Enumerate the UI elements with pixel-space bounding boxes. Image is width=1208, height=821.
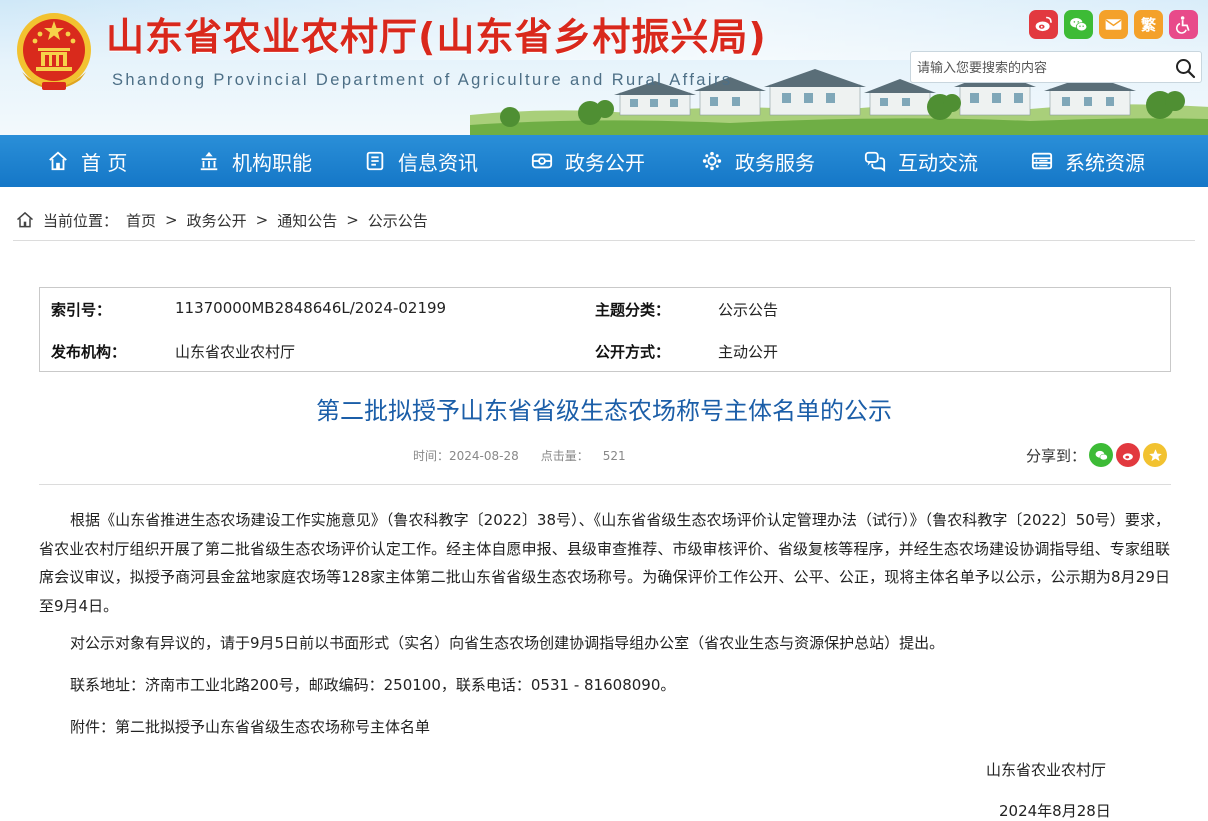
- nav-government-services[interactable]: 政务服务: [701, 135, 815, 187]
- search-input[interactable]: [917, 58, 1167, 78]
- monitor-icon: [531, 153, 553, 169]
- home-icon: [17, 211, 33, 228]
- breadcrumb-prefix: 当前位置：: [43, 211, 119, 230]
- publisher-value: 山东省农业农村厅: [175, 343, 296, 361]
- hits-label: 点击量：: [540, 449, 589, 463]
- database-icon: [1031, 152, 1053, 170]
- nav-system-resources-label: 系统资源: [1065, 150, 1145, 175]
- index-number-value: 11370000MB2848646L/2024-02199: [175, 299, 447, 317]
- nav-home-label: 首 页: [81, 150, 128, 175]
- nav-interaction-label: 互动交流: [898, 150, 978, 175]
- home-icon: [49, 151, 67, 171]
- hits-value: 521: [602, 449, 626, 463]
- nav-home[interactable]: 首 页: [47, 135, 127, 187]
- service-icon: [702, 151, 722, 171]
- disclosure-mode-value: 主动公开: [718, 343, 779, 361]
- publish-time: 时间：2024-08-28: [413, 449, 519, 463]
- breadcrumb-notices[interactable]: 通知公告: [277, 210, 337, 231]
- nav-organization-label: 机构职能: [232, 150, 312, 175]
- main-nav: 首 页 机构职能 信息资讯 政务公开 政务服务 互动交流 系统资源: [0, 135, 1208, 187]
- paragraph-text: 根据《山东省推进生态农场建设工作实施意见》（鲁农科教字〔2022〕38号）、《山…: [39, 511, 1170, 615]
- wechat-icon[interactable]: [1064, 10, 1093, 39]
- chat-icon: [864, 151, 886, 172]
- nav-interaction[interactable]: 互动交流: [864, 135, 978, 187]
- publisher-label: 发布机构：: [51, 343, 127, 361]
- article-divider: [39, 484, 1171, 485]
- disclosure-mode-label: 公开方式：: [595, 343, 671, 361]
- nav-information-label: 信息资讯: [398, 150, 478, 175]
- search-icon[interactable]: [1173, 56, 1197, 80]
- breadcrumb-separator: >: [255, 211, 269, 229]
- breadcrumb-separator: >: [346, 211, 359, 229]
- org-icon: [200, 151, 218, 171]
- nav-organization[interactable]: 机构职能: [198, 135, 312, 187]
- accessibility-icon[interactable]: [1169, 10, 1198, 39]
- breadcrumb-public-announcements[interactable]: 公示公告: [368, 210, 428, 231]
- weibo-icon[interactable]: [1029, 10, 1058, 39]
- breadcrumb-home[interactable]: 首页: [126, 210, 156, 231]
- attachment-link[interactable]: 附件：第二批拟授予山东省省级生态农场称号主体名单: [39, 713, 1170, 742]
- article-title: 第二批拟授予山东省省级生态农场称号主体名单的公示: [316, 397, 892, 425]
- nav-information[interactable]: 信息资讯: [364, 135, 478, 187]
- nav-government-affairs-label: 政务公开: [565, 150, 645, 175]
- document-icon: [366, 151, 384, 171]
- article-paragraph-2: 对公示对象有异议的，请于9月5日前以书面形式（实名）向省生态农场创建协调指导组办…: [39, 629, 1170, 658]
- index-number-label: 索引号：: [51, 301, 112, 319]
- signature: 山东省农业农村厅: [986, 761, 1107, 779]
- document-meta-table: 索引号： 11370000MB2848646L/2024-02199 主题分类：…: [39, 287, 1171, 372]
- national-emblem-logo: [17, 13, 91, 90]
- mail-icon[interactable]: [1099, 10, 1128, 39]
- topic-value: 公示公告: [718, 301, 779, 319]
- share-wechat-icon[interactable]: [1089, 443, 1114, 467]
- breadcrumb-separator: >: [165, 211, 178, 229]
- site-subtitle: Shandong Provincial Department of Agricu…: [112, 71, 733, 89]
- nav-government-services-label: 政务服务: [735, 150, 815, 175]
- signature-date: 2024年8月28日: [999, 802, 1111, 820]
- article-paragraph-4: 附件：第二批拟授予山东省省级生态农场称号主体名单: [39, 713, 1170, 742]
- site-title: 山东省农业农村厅(山东省乡村振兴局): [106, 15, 767, 59]
- article-paragraph-3: 联系地址：济南市工业北路200号，邮政编码：250100，联系电话：0531 -…: [39, 671, 1170, 700]
- article-info: 时间：2024-08-28 点击量： 521: [413, 447, 648, 464]
- paragraph-text: 对公示对象有异议的，请于9月5日前以书面形式（实名）向省生态农场创建协调指导组办…: [70, 634, 945, 652]
- breadcrumb-divider: [13, 240, 1195, 241]
- breadcrumb-government-affairs[interactable]: 政务公开: [187, 210, 247, 231]
- paragraph-text: 联系地址：济南市工业北路200号，邮政编码：250100，联系电话：0531 -…: [70, 676, 676, 694]
- article-paragraph-1: 根据《山东省推进生态农场建设工作实施意见》（鲁农科教字〔2022〕38号）、《山…: [39, 506, 1170, 620]
- share-label: 分享到：: [1026, 446, 1087, 465]
- nav-government-affairs[interactable]: 政务公开: [531, 135, 645, 187]
- search-box: [910, 51, 1202, 83]
- share-bar: 分享到：: [1026, 442, 1168, 468]
- site-header: 山东省农业农村厅(山东省乡村振兴局) Shandong Provincial D…: [0, 0, 1208, 135]
- topic-label: 主题分类：: [595, 301, 671, 319]
- nav-system-resources[interactable]: 系统资源: [1031, 135, 1145, 187]
- breadcrumb: 当前位置： 首页 > 政务公开 > 通知公告 > 公示公告: [15, 209, 428, 231]
- share-weibo-icon[interactable]: [1116, 443, 1141, 467]
- traditional-chinese-toggle[interactable]: 繁: [1134, 10, 1163, 39]
- share-qzone-icon[interactable]: [1143, 443, 1168, 467]
